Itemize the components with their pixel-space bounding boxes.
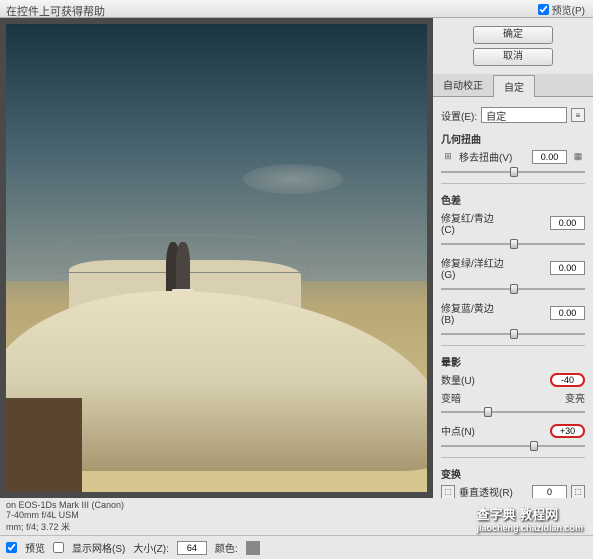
red-cyan-label: 修复红/青边(C) [441, 210, 506, 236]
color-label: 颜色: [215, 540, 238, 555]
amount-slider[interactable] [441, 407, 585, 417]
remove-distortion-slider[interactable] [441, 167, 585, 177]
watermark: 查字典 教程网 jiaocheng.chazidian.com [476, 504, 583, 533]
amount-label: 数量(U) [441, 372, 506, 387]
barrel-icon: ▦ [571, 150, 585, 164]
amount-input[interactable] [550, 373, 585, 387]
amount-right-label: 变亮 [535, 390, 585, 405]
v-perspective-icon: ⬚ [441, 485, 455, 499]
midpoint-input[interactable] [550, 424, 585, 438]
remove-distortion-label: 移去扭曲(V) [459, 149, 524, 164]
red-cyan-slider[interactable] [441, 239, 585, 249]
midpoint-slider[interactable] [441, 441, 585, 451]
color-swatch[interactable] [246, 541, 260, 555]
section-vignette: 晕影 [441, 354, 585, 369]
amount-left-label: 变暗 [441, 390, 491, 405]
settings-dropdown[interactable]: 自定 [481, 107, 567, 123]
blue-yellow-input[interactable] [550, 306, 585, 320]
preview-label: 预览(P) [552, 2, 585, 17]
grid-icon: ⊞ [441, 150, 455, 164]
v-perspective-label: 垂直透视(R) [459, 484, 524, 498]
size-label: 大小(Z): [133, 540, 169, 555]
green-magenta-input[interactable] [550, 261, 585, 275]
image-panel [0, 18, 433, 498]
green-magenta-slider[interactable] [441, 284, 585, 294]
tab-auto-correction[interactable]: 自动校正 [433, 74, 493, 96]
settings-menu-icon[interactable]: ≡ [571, 108, 585, 122]
section-geometric: 几何扭曲 [441, 131, 585, 146]
grid-checkbox[interactable] [53, 542, 64, 553]
preview-bottom-checkbox[interactable] [6, 542, 17, 553]
section-transform: 变换 [441, 466, 585, 481]
remove-distortion-input[interactable] [532, 150, 567, 164]
preview-bottom-label: 预览 [25, 540, 45, 555]
tab-custom[interactable]: 自定 [493, 75, 535, 97]
green-magenta-label: 修复绿/洋红边(G) [441, 255, 506, 281]
cancel-button[interactable]: 取消 [473, 48, 553, 66]
blue-yellow-label: 修复蓝/黄边(B) [441, 300, 506, 326]
preview-image[interactable] [6, 24, 427, 492]
size-input[interactable] [177, 541, 207, 555]
grid-label: 显示网格(S) [72, 540, 125, 555]
section-chromatic: 色差 [441, 192, 585, 207]
preview-checkbox[interactable] [538, 4, 549, 15]
v-perspective-icon2: ⬚ [571, 485, 585, 499]
ok-button[interactable]: 确定 [473, 26, 553, 44]
midpoint-label: 中点(N) [441, 423, 506, 438]
blue-yellow-slider[interactable] [441, 329, 585, 339]
red-cyan-input[interactable] [550, 216, 585, 230]
v-perspective-input[interactable] [532, 485, 567, 499]
toolbar-hint: 在控件上可获得帮助 [6, 6, 105, 18]
settings-label: 设置(E): [441, 108, 477, 123]
